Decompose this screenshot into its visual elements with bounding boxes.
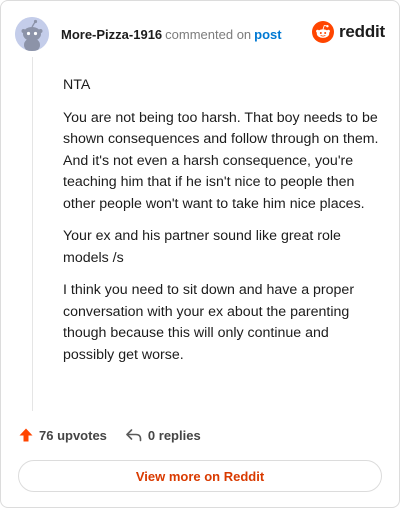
comment-header: More-Pizza-1916 commented on post xyxy=(61,27,282,42)
upvote-arrow-icon xyxy=(19,428,33,442)
comment-paragraph: I think you need to sit down and have a … xyxy=(63,282,355,363)
reddit-logo[interactable]: reddit xyxy=(311,21,385,43)
commented-on-text: commented on xyxy=(165,27,252,42)
comment-paragraph: You are not being too harsh. That boy ne… xyxy=(63,109,379,212)
post-link[interactable]: post xyxy=(254,27,281,42)
upvote-button[interactable]: 76 upvotes xyxy=(18,427,107,443)
avatar[interactable] xyxy=(15,17,49,51)
thread-line xyxy=(32,57,33,411)
reply-count: 0 replies xyxy=(147,427,201,443)
embedded-comment-card: More-Pizza-1916 commented on post reddit N… xyxy=(0,0,400,508)
view-more-button[interactable]: View more on Reddit xyxy=(18,460,382,492)
username[interactable]: More-Pizza-1916 xyxy=(61,27,162,42)
comment-actions: 76 upvotes 0 replies xyxy=(18,427,201,443)
reddit-wordmark: reddit xyxy=(338,22,385,41)
reddit-snoo-icon xyxy=(311,21,334,43)
comment-paragraph: Your ex and his partner sound like great… xyxy=(63,228,341,266)
comment-paragraph: NTA xyxy=(63,77,91,93)
reply-arrow-icon xyxy=(126,429,142,442)
upvote-count: 76 upvotes xyxy=(39,427,107,443)
comment-body: NTA You are not being too harsh. That bo… xyxy=(63,75,379,377)
replies-button[interactable]: 0 replies xyxy=(125,427,201,443)
snoo-avatar-icon xyxy=(15,17,49,51)
